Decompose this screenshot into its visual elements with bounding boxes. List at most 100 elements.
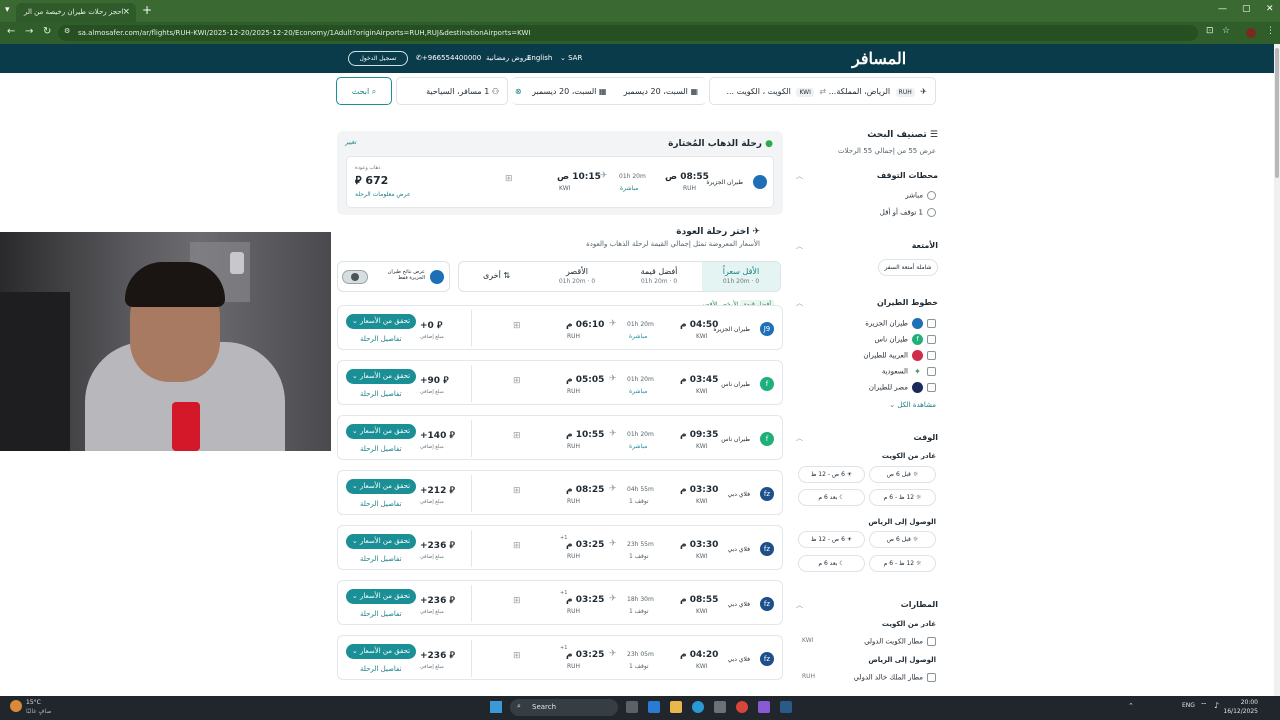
checkbox[interactable] [927, 637, 936, 646]
language-indicator[interactable]: ENG [1182, 702, 1195, 709]
flight-card[interactable]: f طيران ناس 03:45 م KWI 01h 20m مباشرة ✈ 05:05 … [337, 360, 783, 405]
flight-card[interactable]: fz فلاي دبي 04:20 م KWI 23h 05m 1 توقف ✈ +1 03:2… [337, 635, 783, 680]
airline-option[interactable]: f طيران ناس [875, 334, 936, 345]
edge-icon[interactable] [692, 701, 704, 713]
copilot-icon[interactable] [648, 701, 660, 713]
chevron-up-icon[interactable]: ︿ [796, 171, 803, 181]
menu-dots-icon[interactable]: ⋮ [1266, 26, 1275, 36]
login-button[interactable]: تسجيل الدخول [348, 51, 408, 66]
maximize-icon[interactable]: ▢ [1242, 4, 1251, 14]
task-view-icon[interactable] [626, 701, 638, 713]
reload-icon[interactable]: ↻ [43, 26, 51, 37]
search-button[interactable]: ⌕ ابحث [336, 77, 392, 105]
scrollbar-thumb[interactable] [1275, 48, 1279, 178]
flight-card[interactable]: fz فلاي دبي 03:30 م KWI 23h 55m 1 توقف ✈ +1 03:2… [337, 525, 783, 570]
route-field[interactable]: ✈ RUH الرياض، المملكة... ⇄ KWI الكويت ، … [709, 77, 936, 105]
time-chip[interactable]: ☼ 12 ظ - 6 م [869, 555, 936, 572]
sort-tab-best-value[interactable]: أفضل قيمة 01h 20m · 0 [620, 262, 698, 291]
clock-date[interactable]: 16/12/2025 [1222, 708, 1258, 715]
browser-tab[interactable]: احجز رحلات طيران رخيصة من الر × [16, 3, 136, 22]
clear-date-icon[interactable]: ⊗ [515, 87, 522, 96]
flight-details-link[interactable]: تفاصيل الرحلة [360, 500, 402, 508]
check-prices-button[interactable]: ⌄ تحقق من الأسعار [346, 424, 416, 439]
radio-button[interactable] [927, 208, 936, 217]
check-prices-button[interactable]: ⌄ تحقق من الأسعار [346, 369, 416, 384]
baggage-chip[interactable]: شاملة أمتعة السفر [878, 259, 938, 276]
chrome-icon[interactable] [736, 701, 748, 713]
time-chip[interactable]: ☼ قبل 6 ص [869, 466, 936, 483]
flight-details-link[interactable]: تفاصيل الرحلة [360, 665, 402, 673]
weather-icon[interactable] [10, 700, 22, 712]
flight-card[interactable]: fz فلاي دبي 08:55 م KWI 18h 30m 1 توقف ✈ +1 03:2… [337, 580, 783, 625]
close-tab-icon[interactable]: × [122, 7, 130, 17]
check-prices-button[interactable]: ⌄ تحقق من الأسعار [346, 314, 416, 329]
flight-details-link[interactable]: تفاصيل الرحلة [360, 555, 402, 563]
check-prices-button[interactable]: ⌄ تحقق من الأسعار [346, 644, 416, 659]
almosafer-logo[interactable]: المسافر [852, 49, 906, 68]
site-info-icon[interactable]: ⚙ [64, 27, 70, 35]
tray-chevron-icon[interactable]: ⌃ [1128, 702, 1134, 710]
new-tab-icon[interactable]: + [142, 3, 152, 17]
sort-tab-cheapest[interactable]: الأقل سعراً 01h 20m · 0 [702, 262, 780, 291]
chevron-up-icon[interactable]: ︿ [796, 600, 803, 610]
volume-icon[interactable]: ♪ [1214, 701, 1219, 710]
airline-option[interactable]: طيران الجزيرة [865, 318, 936, 329]
time-chip[interactable]: ☀ 6 ص - 12 ظ [798, 531, 865, 548]
check-prices-button[interactable]: ⌄ تحقق من الأسعار [346, 534, 416, 549]
radio-button[interactable] [927, 191, 936, 200]
flight-details-link[interactable]: تفاصيل الرحلة [360, 610, 402, 618]
time-chip[interactable]: ☾ بعد 6 م [798, 489, 865, 506]
flight-details-link[interactable]: تفاصيل الرحلة [360, 390, 402, 398]
time-chip[interactable]: ☀ 6 ص - 12 ظ [798, 466, 865, 483]
weather-temp[interactable]: 15°C [26, 699, 41, 706]
airline-option[interactable]: ✦ السعودية [882, 366, 936, 377]
chevron-up-icon[interactable]: ︿ [796, 433, 803, 443]
swap-icon[interactable]: ⇄ [817, 87, 826, 96]
jazeera-only-toggle[interactable] [342, 270, 368, 284]
time-chip[interactable]: ☾ بعد 6 م [798, 555, 865, 572]
flight-card[interactable]: f طيران ناس 09:35 م KWI 01h 20m مباشرة ✈ 10:55 … [337, 415, 783, 460]
store-icon[interactable] [714, 701, 726, 713]
close-window-icon[interactable]: ✕ [1266, 4, 1274, 14]
checkbox[interactable] [927, 351, 936, 360]
check-prices-button[interactable]: ⌄ تحقق من الأسعار [346, 479, 416, 494]
wifi-icon[interactable]: ⌔ [1200, 701, 1208, 711]
airline-option[interactable]: مصر للطيران [869, 382, 936, 393]
install-icon[interactable]: ⊡ [1206, 26, 1214, 36]
passengers-field[interactable]: ⚇ 1 مسافر، السياحية [396, 77, 508, 105]
flight-details-link[interactable]: تفاصيل الرحلة [360, 445, 402, 453]
stops-option-direct[interactable]: مباشر [905, 191, 936, 200]
offers-link[interactable]: عروض رمضانية [486, 54, 531, 62]
flight-card[interactable]: J9 طيران الجزيرة 04:50 م KWI 01h 20m مباشرة ✈ 0… [337, 305, 783, 350]
change-outbound-link[interactable]: تغيير [345, 139, 357, 146]
currency-selector[interactable]: ⌄ SAR [560, 54, 582, 62]
bookmark-star-icon[interactable]: ☆ [1222, 26, 1230, 36]
file-explorer-icon[interactable] [670, 701, 682, 713]
airline-option[interactable]: العربية للطيران [863, 350, 936, 361]
weather-desc[interactable]: صافٍ غالبًا [26, 708, 51, 715]
flight-card[interactable]: fz فلاي دبي 03:30 م KWI 04h 55m 1 توقف ✈ 08:25 … [337, 470, 783, 515]
time-chip[interactable]: ☼ 12 ظ - 6 م [869, 489, 936, 506]
outbound-details-link[interactable]: عرض معلومات الرحلة [355, 191, 411, 198]
tab-list-icon[interactable]: ▾ [5, 5, 10, 15]
airport-option[interactable]: مطار الملك خالد الدولي [854, 673, 936, 682]
chevron-up-icon[interactable]: ︿ [796, 298, 803, 308]
taskbar-search[interactable]: ⌕ Search [510, 699, 618, 716]
check-prices-button[interactable]: ⌄ تحقق من الأسعار [346, 589, 416, 604]
steam-icon[interactable] [780, 701, 792, 713]
minimize-icon[interactable]: — [1218, 4, 1227, 14]
chevron-up-icon[interactable]: ︿ [796, 241, 803, 251]
phone-link[interactable]: ✆+966554400000 [416, 54, 481, 62]
sort-tab-other[interactable]: أخرى ⇅ [459, 262, 534, 291]
profile-avatar[interactable] [1246, 28, 1256, 38]
airport-option[interactable]: مطار الكويت الدولي [864, 637, 936, 646]
sort-tab-shortest[interactable]: الأقصر 01h 20m · 0 [538, 262, 616, 291]
checkbox[interactable] [927, 335, 936, 344]
forward-icon[interactable]: → [25, 26, 33, 37]
checkbox[interactable] [927, 367, 936, 376]
discord-icon[interactable] [758, 701, 770, 713]
page-scrollbar[interactable] [1274, 44, 1280, 696]
url-input[interactable]: sa.almosafer.com/ar/flights/RUH-KWI/2025… [58, 25, 1198, 41]
checkbox[interactable] [927, 673, 936, 682]
dates-field[interactable]: ▦ السبت، 20 ديسمبر ▦ السبت، 20 ديسمبر ⊗ [512, 77, 706, 105]
